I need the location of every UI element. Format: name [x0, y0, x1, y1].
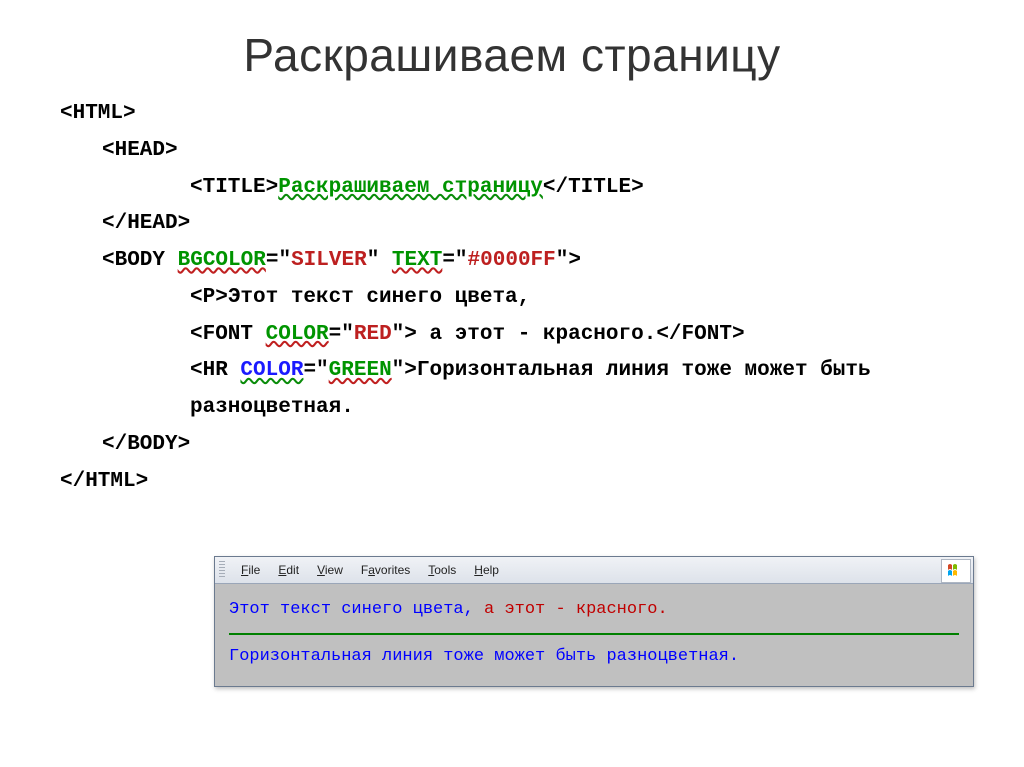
- attr-name: COLOR: [240, 359, 303, 382]
- menu-edit[interactable]: Edit: [270, 561, 307, 579]
- syntax: =": [266, 249, 291, 272]
- grip-icon: [219, 561, 225, 579]
- code-line: </BODY>: [60, 427, 964, 464]
- slide: Раскрашиваем страницу <HTML> <HEAD> <TIT…: [0, 0, 1024, 767]
- syntax: =": [303, 359, 328, 382]
- code-block: <HTML> <HEAD> <TITLE>Раскрашиваем страни…: [60, 96, 964, 500]
- menu-view[interactable]: View: [309, 561, 351, 579]
- code-line: <BODY BGCOLOR="SILVER" TEXT="#0000FF">: [60, 243, 964, 280]
- syntax: ": [367, 249, 392, 272]
- tag-open: <P>: [190, 286, 228, 309]
- attr-value: SILVER: [291, 249, 367, 272]
- tag-open: <TITLE>: [190, 176, 278, 199]
- syntax: =": [442, 249, 467, 272]
- viewport: Этот текст синего цвета, а этот - красно…: [215, 584, 973, 686]
- menu-favorites[interactable]: Favorites: [353, 561, 418, 579]
- title-text: Раскрашиваем страницу: [278, 176, 543, 199]
- code-line: </HTML>: [60, 464, 964, 501]
- code-line: <HR COLOR="GREEN">Горизонтальная линия т…: [60, 353, 964, 427]
- code-line: <HEAD>: [60, 133, 964, 170]
- syntax: =": [329, 323, 354, 346]
- attr-value: RED: [354, 323, 392, 346]
- attr-name: BGCOLOR: [178, 249, 266, 272]
- tag-open: <BODY: [102, 249, 178, 272]
- syntax: ">: [392, 359, 417, 382]
- menubar: File Edit View Favorites Tools Help: [215, 557, 973, 584]
- menu-tools[interactable]: Tools: [420, 561, 464, 579]
- attr-name: COLOR: [266, 323, 329, 346]
- paragraph-text: Этот текст синего цвета,: [228, 286, 530, 309]
- result-line-2: Горизонтальная линия тоже может быть раз…: [229, 643, 959, 670]
- attr-value: GREEN: [329, 359, 392, 382]
- menu-help[interactable]: Help: [466, 561, 507, 579]
- tag-open: <FONT: [190, 323, 266, 346]
- code-line: </HEAD>: [60, 206, 964, 243]
- tag-close: </FONT>: [656, 323, 744, 346]
- code-line: <TITLE>Раскрашиваем страницу</TITLE>: [60, 170, 964, 207]
- menu-file[interactable]: File: [233, 561, 268, 579]
- green-hr: [229, 633, 959, 635]
- syntax: ">: [556, 249, 581, 272]
- result-line-1: Этот текст синего цвета, а этот - красно…: [229, 596, 959, 623]
- code-line: <HTML>: [60, 96, 964, 133]
- font-text: а этот - красного.: [429, 323, 656, 346]
- red-text: а этот - красного.: [484, 600, 668, 619]
- tag-close: </TITLE>: [543, 176, 644, 199]
- syntax: ">: [392, 323, 430, 346]
- code-line: <P>Этот текст синего цвета,: [60, 280, 964, 317]
- attr-name: TEXT: [392, 249, 442, 272]
- attr-value: #0000FF: [468, 249, 556, 272]
- code-line: <FONT COLOR="RED"> а этот - красного.</F…: [60, 317, 964, 354]
- blue-text: Этот текст синего цвета,: [229, 600, 484, 619]
- tag-open: <HR: [60, 359, 240, 382]
- slide-title: Раскрашиваем страницу: [60, 28, 964, 82]
- browser-window: File Edit View Favorites Tools Help Этот…: [214, 556, 974, 687]
- windows-logo-icon: [941, 559, 971, 583]
